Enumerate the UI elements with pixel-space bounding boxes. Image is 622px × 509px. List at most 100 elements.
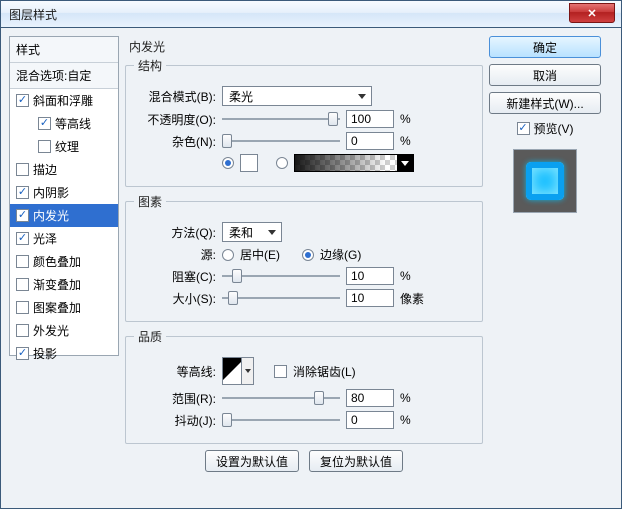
- color-type-solid-radio[interactable]: [222, 157, 234, 169]
- style-checkbox[interactable]: [16, 209, 29, 222]
- style-item[interactable]: 描边: [10, 158, 118, 181]
- size-input[interactable]: 10: [346, 289, 394, 307]
- opacity-unit: %: [400, 112, 426, 126]
- style-label: 投影: [33, 345, 57, 362]
- antialias-label: 消除锯齿(L): [293, 363, 356, 380]
- style-item[interactable]: 外发光: [10, 319, 118, 342]
- style-checkbox[interactable]: [16, 347, 29, 360]
- style-item[interactable]: 投影: [10, 342, 118, 365]
- range-unit: %: [400, 391, 426, 405]
- technique-select[interactable]: 柔和: [222, 222, 282, 242]
- jitter-input[interactable]: 0: [346, 411, 394, 429]
- source-edge-label: 边缘(G): [320, 246, 361, 263]
- styles-header: 样式: [10, 37, 118, 63]
- style-label: 图案叠加: [33, 299, 81, 316]
- label-jitter: 抖动(J):: [134, 412, 216, 429]
- label-technique: 方法(Q):: [134, 224, 216, 241]
- color-type-gradient-radio[interactable]: [276, 157, 288, 169]
- group-elements: 图素 方法(Q): 柔和 源: 居中(E) 边缘(G) 阻塞(C):: [125, 193, 483, 322]
- style-item[interactable]: 光泽: [10, 227, 118, 250]
- style-checkbox[interactable]: [16, 186, 29, 199]
- make-default-button[interactable]: 设置为默认值: [205, 450, 299, 472]
- blend-mode-select[interactable]: 柔光: [222, 86, 372, 106]
- style-checkbox[interactable]: [16, 94, 29, 107]
- noise-unit: %: [400, 134, 426, 148]
- label-opacity: 不透明度(O):: [134, 111, 216, 128]
- style-checkbox[interactable]: [16, 324, 29, 337]
- right-column: 确定 取消 新建样式(W)... 预览(V): [489, 36, 601, 500]
- label-range: 范围(R):: [134, 390, 216, 407]
- style-item[interactable]: 图案叠加: [10, 296, 118, 319]
- opacity-slider[interactable]: [222, 111, 340, 127]
- titlebar: 图层样式 ✕: [0, 0, 622, 28]
- style-checkbox[interactable]: [16, 163, 29, 176]
- style-label: 纹理: [55, 138, 79, 155]
- close-button[interactable]: ✕: [569, 3, 615, 23]
- dialog-body: 样式 混合选项:自定 斜面和浮雕等高线纹理描边内阴影内发光光泽颜色叠加渐变叠加图…: [0, 28, 622, 509]
- style-item[interactable]: 纹理: [10, 135, 118, 158]
- style-label: 斜面和浮雕: [33, 92, 93, 109]
- range-slider[interactable]: [222, 390, 340, 406]
- preview-checkbox[interactable]: [517, 122, 530, 135]
- preview-label: 预览(V): [534, 120, 574, 137]
- source-center-label: 居中(E): [240, 246, 280, 263]
- style-label: 渐变叠加: [33, 276, 81, 293]
- contour-picker[interactable]: [222, 357, 254, 385]
- style-label: 光泽: [33, 230, 57, 247]
- chevron-down-icon[interactable]: [397, 155, 413, 171]
- group-structure: 结构 混合模式(B): 柔光 不透明度(O): 100 % 杂色(N):: [125, 57, 483, 187]
- style-item[interactable]: 等高线: [10, 112, 118, 135]
- style-label: 外发光: [33, 322, 69, 339]
- noise-input[interactable]: 0: [346, 132, 394, 150]
- preview-swatch: [526, 162, 564, 200]
- source-center-radio[interactable]: [222, 249, 234, 261]
- styles-list: 样式 混合选项:自定 斜面和浮雕等高线纹理描边内阴影内发光光泽颜色叠加渐变叠加图…: [9, 36, 119, 356]
- range-input[interactable]: 80: [346, 389, 394, 407]
- style-label: 内阴影: [33, 184, 69, 201]
- label-choke: 阻塞(C):: [134, 268, 216, 285]
- sidebar: 样式 混合选项:自定 斜面和浮雕等高线纹理描边内阴影内发光光泽颜色叠加渐变叠加图…: [9, 36, 119, 500]
- style-checkbox[interactable]: [16, 278, 29, 291]
- color-swatch[interactable]: [240, 154, 258, 172]
- noise-slider[interactable]: [222, 133, 340, 149]
- style-checkbox[interactable]: [16, 301, 29, 314]
- opacity-input[interactable]: 100: [346, 110, 394, 128]
- legend-structure: 结构: [134, 57, 166, 74]
- choke-unit: %: [400, 269, 426, 283]
- style-checkbox[interactable]: [38, 140, 51, 153]
- style-item[interactable]: 斜面和浮雕: [10, 89, 118, 112]
- size-slider[interactable]: [222, 290, 340, 306]
- size-unit: 像素: [400, 290, 426, 307]
- style-checkbox[interactable]: [16, 232, 29, 245]
- preview-box: [513, 149, 577, 213]
- label-size: 大小(S):: [134, 290, 216, 307]
- reset-default-button[interactable]: 复位为默认值: [309, 450, 403, 472]
- jitter-slider[interactable]: [222, 412, 340, 428]
- gradient-picker[interactable]: [294, 154, 414, 172]
- source-edge-radio[interactable]: [302, 249, 314, 261]
- style-item[interactable]: 渐变叠加: [10, 273, 118, 296]
- choke-slider[interactable]: [222, 268, 340, 284]
- style-checkbox[interactable]: [16, 255, 29, 268]
- chevron-down-icon[interactable]: [241, 358, 253, 384]
- label-blend-mode: 混合模式(B):: [134, 88, 216, 105]
- style-label: 描边: [33, 161, 57, 178]
- style-item[interactable]: 内阴影: [10, 181, 118, 204]
- style-item[interactable]: 颜色叠加: [10, 250, 118, 273]
- legend-elements: 图素: [134, 193, 166, 210]
- new-style-button[interactable]: 新建样式(W)...: [489, 92, 601, 114]
- choke-input[interactable]: 10: [346, 267, 394, 285]
- style-checkbox[interactable]: [38, 117, 51, 130]
- antialias-checkbox[interactable]: [274, 365, 287, 378]
- ok-button[interactable]: 确定: [489, 36, 601, 58]
- blend-options[interactable]: 混合选项:自定: [10, 63, 118, 89]
- group-quality: 品质 等高线: 消除锯齿(L) 范围(R): 80 % 抖动: [125, 328, 483, 444]
- close-icon: ✕: [587, 7, 596, 20]
- cancel-button[interactable]: 取消: [489, 64, 601, 86]
- effect-panel: 内发光 结构 混合模式(B): 柔光 不透明度(O): 100 % 杂色(N):: [125, 36, 483, 500]
- style-item[interactable]: 内发光: [10, 204, 118, 227]
- style-label: 等高线: [55, 115, 91, 132]
- label-source: 源:: [134, 246, 216, 263]
- window-title: 图层样式: [9, 6, 57, 23]
- label-contour: 等高线:: [134, 363, 216, 380]
